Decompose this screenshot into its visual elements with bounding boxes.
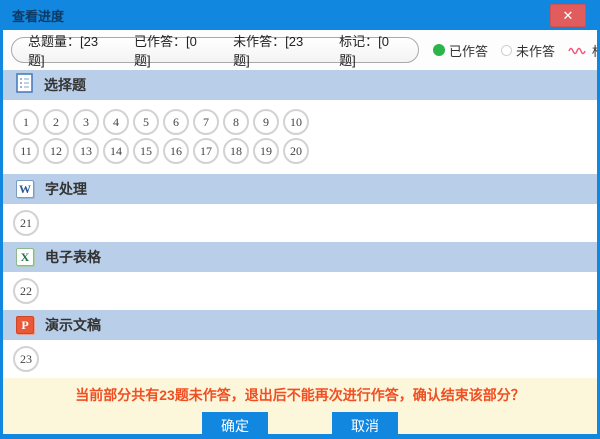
question-circle[interactable]: 22 [13, 278, 39, 304]
question-circle[interactable]: 9 [253, 109, 279, 135]
question-circle[interactable]: 20 [283, 138, 309, 164]
status-row: 总题量：[23题] 已作答：[0题] 未作答：[23题] 标记：[0题] 已作答… [3, 30, 597, 70]
marked-wave-icon [568, 45, 588, 55]
excel-icon: X [16, 248, 34, 266]
legend-answered: 已作答 [433, 41, 488, 60]
question-circle[interactable]: 16 [163, 138, 189, 164]
footer: 当前部分共有23题未作答，退出后不能再次进行作答，确认结束该部分？ 确定 取消 [3, 378, 597, 439]
warning-text: 当前部分共有23题未作答，退出后不能再次进行作答，确认结束该部分？ [75, 385, 525, 405]
word-icon: W [16, 180, 34, 198]
question-circle-list: 1234567891011121314151617181920 [13, 109, 313, 164]
legend-unanswered-label: 未作答 [516, 41, 555, 60]
section-multiple-choice: 选择题 1234567891011121314151617181920 [3, 70, 597, 174]
section-content: 22 [3, 272, 597, 310]
section-title: 演示文稿 [45, 315, 101, 335]
question-circle[interactable]: 15 [133, 138, 159, 164]
powerpoint-icon: P [16, 316, 34, 334]
section-word-processing: W 字处理 21 [3, 174, 597, 242]
dialog-title: 查看进度 [12, 6, 64, 25]
question-circle[interactable]: 23 [13, 346, 39, 372]
legend: 已作答 未作答 标记 [433, 41, 600, 60]
question-circle[interactable]: 14 [103, 138, 129, 164]
status-summary: 总题量：[23题] 已作答：[0题] 未作答：[23题] 标记：[0题] [11, 37, 419, 63]
cancel-button[interactable]: 取消 [332, 412, 398, 439]
stat-total: 总题量：[23题] [28, 31, 110, 69]
section-title: 字处理 [45, 179, 87, 199]
question-circle[interactable]: 17 [193, 138, 219, 164]
question-circle[interactable]: 11 [13, 138, 39, 164]
stat-answered: 已作答：[0题] [134, 31, 209, 69]
stat-unanswered: 未作答：[23题] [233, 31, 315, 69]
view-progress-dialog: 查看进度 ✕ 总题量：[23题] 已作答：[0题] 未作答：[23题] 标记：[… [0, 0, 600, 439]
question-circle-list: 22 [13, 278, 313, 304]
question-circle[interactable]: 3 [73, 109, 99, 135]
question-circle[interactable]: 1 [13, 109, 39, 135]
section-content: 21 [3, 204, 597, 242]
legend-answered-label: 已作答 [449, 41, 488, 60]
footer-buttons: 确定 取消 [202, 412, 398, 439]
question-circle[interactable]: 19 [253, 138, 279, 164]
confirm-button[interactable]: 确定 [202, 412, 268, 439]
legend-unanswered: 未作答 [501, 41, 555, 60]
legend-marked: 标记 [568, 41, 600, 60]
section-content: 1234567891011121314151617181920 [3, 100, 597, 174]
section-header: P 演示文稿 [3, 310, 597, 340]
question-circle[interactable]: 2 [43, 109, 69, 135]
question-circle[interactable]: 5 [133, 109, 159, 135]
section-title: 选择题 [44, 75, 86, 95]
section-title: 电子表格 [45, 247, 101, 267]
legend-marked-label: 标记 [592, 41, 600, 60]
question-circle[interactable]: 8 [223, 109, 249, 135]
question-circle[interactable]: 4 [103, 109, 129, 135]
answered-dot-icon [433, 44, 445, 56]
question-circle[interactable]: 10 [283, 109, 309, 135]
close-icon[interactable]: ✕ [550, 4, 586, 27]
question-circle[interactable]: 6 [163, 109, 189, 135]
section-content: 23 [3, 340, 597, 378]
question-circle[interactable]: 7 [193, 109, 219, 135]
titlebar: 查看进度 ✕ [3, 0, 597, 30]
question-circle[interactable]: 13 [73, 138, 99, 164]
question-circle-list: 21 [13, 210, 313, 236]
section-header: 选择题 [3, 70, 597, 100]
section-header: X 电子表格 [3, 242, 597, 272]
section-presentation: P 演示文稿 23 [3, 310, 597, 378]
question-sections: 选择题 1234567891011121314151617181920 W 字处… [3, 70, 597, 378]
question-circle[interactable]: 21 [13, 210, 39, 236]
section-spreadsheet: X 电子表格 22 [3, 242, 597, 310]
section-header: W 字处理 [3, 174, 597, 204]
questionnaire-icon [16, 73, 33, 98]
unanswered-circle-icon [501, 45, 512, 56]
question-circle[interactable]: 18 [223, 138, 249, 164]
question-circle[interactable]: 12 [43, 138, 69, 164]
stat-marked: 标记：[0题] [339, 31, 402, 69]
question-circle-list: 23 [13, 346, 313, 372]
